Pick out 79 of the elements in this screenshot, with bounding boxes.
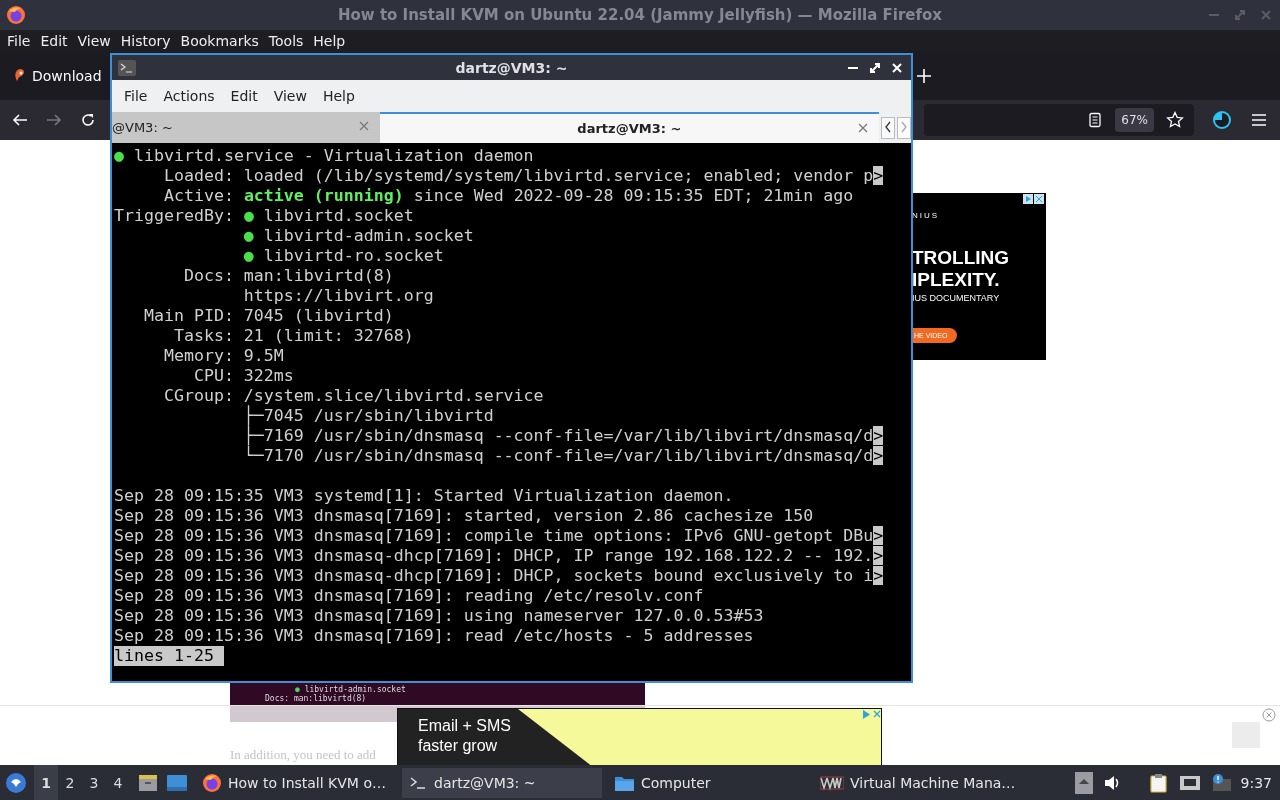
file-cabinet-icon[interactable] [138, 772, 158, 793]
workspace-button[interactable]: 2 [58, 765, 82, 800]
terminal-line: Sep 28 09:15:36 VM3 dnsmasq-dhcp[7169]: DHCP, sockets bound exclusively to i> [114, 566, 884, 586]
menu-item[interactable]: Tools [263, 33, 309, 49]
terminal-tab[interactable]: @VM3: ~ [112, 112, 380, 143]
terminal-line: Main PID: 7045 (libvirtd) [142, 306, 394, 326]
tray-expand-icon[interactable] [1074, 771, 1093, 794]
terminal-line: Sep 28 09:15:36 VM3 dnsmasq[7169]: compile time options: IPv6 GNU-getopt DBu> [114, 526, 884, 546]
zoom-level-button[interactable]: 67% [1115, 108, 1154, 132]
terminal-line: Loaded: loaded (/lib/systemd/system/libvirtd.service; enabled; vendor p> [162, 166, 884, 186]
ad-text: TROLLING [912, 247, 1010, 269]
screenshot-text: Docs: man:libvirtd(8) [265, 694, 367, 703]
menu-item[interactable]: File [116, 88, 156, 104]
reader-view-icon[interactable] [1087, 112, 1104, 128]
terminal-line: Docs: man:libvirtd(8) [182, 266, 394, 286]
terminal-line: CPU: 322ms [192, 366, 294, 386]
clock[interactable]: 9:37 [1240, 774, 1272, 791]
terminal-line: ├─7169 /usr/sbin/dnsmasq --conf-file=/var/lib/libvirt/dnsmasq/d> [242, 426, 884, 445]
terminal-line: Sep 28 09:15:36 VM3 dnsmasq[7169]: started, version 2.86 cachesize 150 [114, 506, 814, 526]
browser-tab[interactable]: Download [8, 58, 102, 94]
clipboard-icon[interactable] [1148, 772, 1169, 793]
ad-text: NIUS [912, 211, 940, 220]
terminal-line: ● libvirtd.service - Virtualization daemon [114, 146, 534, 166]
menu-item[interactable]: View [72, 33, 116, 49]
profile-icon[interactable] [1212, 110, 1232, 130]
terminal-line: Sep 28 09:15:36 VM3 dnsmasq[7169]: using nameserver 127.0.0.53#53 [114, 606, 764, 626]
firefox-icon [6, 5, 26, 25]
terminal-line: CGroup: /system.slice/libvirtd.service [162, 386, 544, 406]
taskbar-button[interactable]: Virtual Machine Mana… [814, 767, 1014, 798]
ad-text: Email + SMS [418, 717, 511, 735]
notification-icon[interactable] [1210, 772, 1231, 793]
window-title: How to Install KVM on Ubuntu 22.04 (Jammy Jellyfish) — Mozilla Firefox [337, 6, 943, 24]
terminal-line: ● libvirtd-admin.socket [242, 226, 474, 246]
terminal-tab[interactable]: dartz@VM3: ~ [379, 112, 879, 143]
terminal-line: Sep 28 09:15:35 VM3 systemd[1]: Started Virtualization daemon. [114, 486, 734, 506]
menu-item[interactable]: Help [314, 88, 363, 104]
workspace-button[interactable]: 3 [82, 765, 106, 800]
terminal-line: Tasks: 21 (limit: 32768) [172, 326, 414, 346]
menu-item[interactable]: Edit [35, 33, 73, 49]
window-title: dartz@VM3: ~ [455, 59, 568, 76]
new-tab-icon[interactable] [916, 68, 932, 84]
star-icon[interactable] [1166, 111, 1184, 129]
terminal-line: Sep 28 09:15:36 VM3 dnsmasq-dhcp[7169]: DHCP, IP range 192.168.122.2 -- 192.> [114, 546, 884, 566]
menu-item[interactable]: Edit [222, 88, 266, 104]
desktop-icon[interactable] [166, 772, 188, 793]
terminal-line: ● libvirtd-ro.socket [242, 246, 444, 266]
terminal-line: https://libvirt.org [242, 286, 434, 306]
terminal-line: TriggeredBy: ● libvirtd.socket [114, 206, 414, 226]
reload-icon[interactable] [80, 112, 96, 128]
screenshot-text: ● libvirtd-admin.socket [295, 685, 406, 694]
advertisement[interactable]: Email + SMS faster grow [397, 708, 882, 765]
back-icon[interactable] [12, 112, 28, 128]
firefox-icon [202, 772, 222, 793]
menu-item[interactable]: File [2, 33, 36, 49]
taskbar-button[interactable]: Computer [608, 767, 808, 798]
taskbar-button[interactable]: How to Install KVM o… [196, 767, 396, 798]
menu-icon[interactable] [1250, 111, 1268, 129]
terminal-line: └─7170 /usr/sbin/dnsmasq --conf-file=/var/lib/libvirt/dnsmasq/d> [242, 446, 884, 466]
menu-item[interactable]: Help [308, 33, 351, 49]
taskbar-button[interactable]: dartz@VM3: ~ [402, 767, 602, 798]
terminal-line: ├─7045 /usr/sbin/libvirtd [242, 406, 494, 425]
pager-status: lines 1-25 [114, 646, 224, 666]
start-menu-icon[interactable] [6, 772, 26, 793]
workspace-button[interactable]: 4 [106, 765, 130, 800]
ad-text: IPLEXITY. [912, 269, 1000, 291]
terminal-line: Active: active (running) since Wed 2022-09-28 09:15:35 EDT; 21min ago [162, 186, 854, 206]
menu-item[interactable]: View [265, 88, 315, 104]
menu-item[interactable]: History [115, 33, 176, 49]
menu-item[interactable]: Actions [155, 88, 223, 104]
terminal-line: Memory: 9.5M [162, 346, 284, 366]
menu-item[interactable]: Bookmarks [175, 33, 264, 49]
scroll-left-icon[interactable] [881, 116, 895, 139]
ad-text: IUS DOCUMENTARY [912, 293, 1000, 303]
terminal-line: Sep 28 09:15:36 VM3 dnsmasq[7169]: reading /etc/resolv.conf [114, 586, 704, 606]
terminal-icon [118, 59, 136, 76]
terminal-line: Sep 28 09:15:36 VM3 dnsmasq[7169]: read /etc/hosts - 5 addresses [114, 626, 754, 646]
ad-text: faster grow [418, 737, 498, 755]
workspace-button[interactable]: 1 [34, 765, 58, 800]
forward-icon[interactable] [46, 112, 62, 128]
